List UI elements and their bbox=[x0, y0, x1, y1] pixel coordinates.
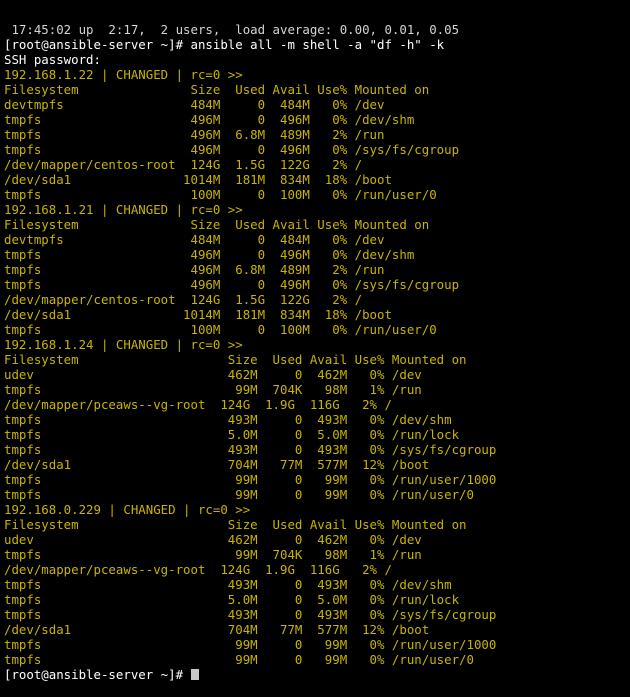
terminal-line: tmpfs 493M 0 493M 0% /sys/fs/cgroup bbox=[4, 442, 630, 457]
terminal-line: tmpfs 99M 0 99M 0% /run/user/0 bbox=[4, 652, 630, 667]
terminal-line: tmpfs 496M 6.8M 489M 2% /run bbox=[4, 262, 630, 277]
terminal-line-text: /dev/sda1 1014M 181M 834M 18% /boot bbox=[4, 307, 392, 322]
terminal-line-text: tmpfs 493M 0 493M 0% /sys/fs/cgroup bbox=[4, 607, 497, 622]
terminal-line: /dev/mapper/pceaws--vg-root 124G 1.9G 11… bbox=[4, 562, 630, 577]
terminal-line: Filesystem Size Used Avail Use% Mounted … bbox=[4, 352, 630, 367]
terminal-line-text: /dev/mapper/centos-root 124G 1.5G 122G 2… bbox=[4, 292, 363, 307]
terminal-line: /dev/sda1 1014M 181M 834M 18% /boot bbox=[4, 172, 630, 187]
terminal-line-text: tmpfs 100M 0 100M 0% /run/user/0 bbox=[4, 187, 437, 202]
terminal-line-text: tmpfs 99M 0 99M 0% /run/user/1000 bbox=[4, 472, 497, 487]
terminal-line: /dev/sda1 1014M 181M 834M 18% /boot bbox=[4, 307, 630, 322]
terminal-line-text: /dev/mapper/centos-root 124G 1.5G 122G 2… bbox=[4, 157, 363, 172]
terminal-line-text: tmpfs 5.0M 0 5.0M 0% /run/lock bbox=[4, 427, 460, 442]
terminal-line-text: 192.168.1.21 | CHANGED | rc=0 >> bbox=[4, 202, 243, 217]
terminal-line: tmpfs 5.0M 0 5.0M 0% /run/lock bbox=[4, 427, 630, 442]
terminal-line: /dev/mapper/centos-root 124G 1.5G 122G 2… bbox=[4, 292, 630, 307]
terminal-line-text: 192.168.1.22 | CHANGED | rc=0 >> bbox=[4, 67, 243, 82]
terminal-line: 192.168.1.22 | CHANGED | rc=0 >> bbox=[4, 67, 630, 82]
terminal-line: tmpfs 5.0M 0 5.0M 0% /run/lock bbox=[4, 592, 630, 607]
terminal-line-text: tmpfs 99M 704K 98M 1% /run bbox=[4, 547, 422, 562]
terminal-line-text: tmpfs 496M 0 496M 0% /sys/fs/cgroup bbox=[4, 142, 460, 157]
terminal-output: 17:45:02 up 2:17, 2 users, load average:… bbox=[4, 22, 630, 682]
terminal-line: 192.168.1.24 | CHANGED | rc=0 >> bbox=[4, 337, 630, 352]
terminal-line: 17:45:02 up 2:17, 2 users, load average:… bbox=[4, 22, 630, 37]
terminal-line: /dev/mapper/pceaws--vg-root 124G 1.9G 11… bbox=[4, 397, 630, 412]
terminal-line-text: [root@ansible-server ~]# ansible all -m … bbox=[4, 37, 445, 52]
terminal-line-text: 192.168.0.229 | CHANGED | rc=0 >> bbox=[4, 502, 251, 517]
terminal-line: 192.168.1.21 | CHANGED | rc=0 >> bbox=[4, 202, 630, 217]
terminal-line: Filesystem Size Used Avail Use% Mounted … bbox=[4, 517, 630, 532]
terminal-line: [root@ansible-server ~]# bbox=[4, 667, 630, 682]
terminal-line: [root@ansible-server ~]# ansible all -m … bbox=[4, 37, 630, 52]
terminal-line: tmpfs 99M 704K 98M 1% /run bbox=[4, 382, 630, 397]
terminal-line: udev 462M 0 462M 0% /dev bbox=[4, 367, 630, 382]
terminal-line: udev 462M 0 462M 0% /dev bbox=[4, 532, 630, 547]
terminal-line-text: tmpfs 496M 0 496M 0% /dev/shm bbox=[4, 247, 415, 262]
terminal-line-text: Filesystem Size Used Avail Use% Mounted … bbox=[4, 82, 430, 97]
terminal-line-text: devtmpfs 484M 0 484M 0% /dev bbox=[4, 232, 385, 247]
terminal-line: tmpfs 493M 0 493M 0% /dev/shm bbox=[4, 577, 630, 592]
terminal-line-text: tmpfs 496M 0 496M 0% /dev/shm bbox=[4, 112, 415, 127]
terminal-line: devtmpfs 484M 0 484M 0% /dev bbox=[4, 232, 630, 247]
terminal-line: Filesystem Size Used Avail Use% Mounted … bbox=[4, 217, 630, 232]
terminal-line: /dev/sda1 704M 77M 577M 12% /boot bbox=[4, 457, 630, 472]
terminal-line: 192.168.0.229 | CHANGED | rc=0 >> bbox=[4, 502, 630, 517]
terminal-line-text: tmpfs 99M 0 99M 0% /run/user/0 bbox=[4, 487, 474, 502]
terminal-line-text: /dev/sda1 704M 77M 577M 12% /boot bbox=[4, 622, 430, 637]
terminal-line: tmpfs 100M 0 100M 0% /run/user/0 bbox=[4, 187, 630, 202]
terminal-line: /dev/sda1 704M 77M 577M 12% /boot bbox=[4, 622, 630, 637]
terminal-line-text: Filesystem Size Used Avail Use% Mounted … bbox=[4, 217, 430, 232]
terminal-line: tmpfs 496M 0 496M 0% /dev/shm bbox=[4, 112, 630, 127]
terminal-line: tmpfs 493M 0 493M 0% /sys/fs/cgroup bbox=[4, 607, 630, 622]
terminal-line-text: tmpfs 493M 0 493M 0% /dev/shm bbox=[4, 412, 452, 427]
terminal-line-text: tmpfs 496M 6.8M 489M 2% /run bbox=[4, 127, 385, 142]
terminal-line: tmpfs 99M 0 99M 0% /run/user/1000 bbox=[4, 472, 630, 487]
terminal-line-text: tmpfs 496M 6.8M 489M 2% /run bbox=[4, 262, 385, 277]
terminal-line-text: Filesystem Size Used Avail Use% Mounted … bbox=[4, 517, 467, 532]
terminal-line: tmpfs 99M 0 99M 0% /run/user/1000 bbox=[4, 637, 630, 652]
terminal-line: tmpfs 496M 0 496M 0% /dev/shm bbox=[4, 247, 630, 262]
terminal-line-text: /dev/sda1 704M 77M 577M 12% /boot bbox=[4, 457, 430, 472]
terminal-line-text: Filesystem Size Used Avail Use% Mounted … bbox=[4, 352, 467, 367]
terminal-line-text: [root@ansible-server ~]# bbox=[4, 667, 191, 682]
terminal-line-text: tmpfs 493M 0 493M 0% /sys/fs/cgroup bbox=[4, 442, 497, 457]
terminal-line: tmpfs 496M 0 496M 0% /sys/fs/cgroup bbox=[4, 142, 630, 157]
terminal-line: SSH password: bbox=[4, 52, 630, 67]
terminal-line-text: /dev/mapper/pceaws--vg-root 124G 1.9G 11… bbox=[4, 562, 392, 577]
terminal-line-text: tmpfs 100M 0 100M 0% /run/user/0 bbox=[4, 322, 437, 337]
terminal-line-text: 192.168.1.24 | CHANGED | rc=0 >> bbox=[4, 337, 243, 352]
terminal-line-text: 17:45:02 up 2:17, 2 users, load average:… bbox=[4, 22, 460, 37]
terminal-cursor[interactable] bbox=[190, 669, 199, 680]
terminal-line: devtmpfs 484M 0 484M 0% /dev bbox=[4, 97, 630, 112]
terminal-line: tmpfs 496M 0 496M 0% /sys/fs/cgroup bbox=[4, 277, 630, 292]
terminal-line-text: udev 462M 0 462M 0% /dev bbox=[4, 367, 422, 382]
terminal-line-text: devtmpfs 484M 0 484M 0% /dev bbox=[4, 97, 385, 112]
terminal-line-text: tmpfs 99M 0 99M 0% /run/user/0 bbox=[4, 652, 474, 667]
terminal-line: tmpfs 99M 0 99M 0% /run/user/0 bbox=[4, 487, 630, 502]
terminal-line: tmpfs 493M 0 493M 0% /dev/shm bbox=[4, 412, 630, 427]
terminal-line: /dev/mapper/centos-root 124G 1.5G 122G 2… bbox=[4, 157, 630, 172]
terminal-line: tmpfs 99M 704K 98M 1% /run bbox=[4, 547, 630, 562]
terminal-line-text: tmpfs 493M 0 493M 0% /dev/shm bbox=[4, 577, 452, 592]
terminal-line-text: tmpfs 5.0M 0 5.0M 0% /run/lock bbox=[4, 592, 460, 607]
terminal-line-text: tmpfs 99M 704K 98M 1% /run bbox=[4, 382, 422, 397]
terminal-line-text: /dev/mapper/pceaws--vg-root 124G 1.9G 11… bbox=[4, 397, 392, 412]
terminal-line: tmpfs 496M 6.8M 489M 2% /run bbox=[4, 127, 630, 142]
terminal-window[interactable]: 17:45:02 up 2:17, 2 users, load average:… bbox=[4, 0, 630, 697]
terminal-line-text: tmpfs 99M 0 99M 0% /run/user/1000 bbox=[4, 637, 497, 652]
terminal-line-text: /dev/sda1 1014M 181M 834M 18% /boot bbox=[4, 172, 392, 187]
terminal-line-text: udev 462M 0 462M 0% /dev bbox=[4, 532, 422, 547]
terminal-line: Filesystem Size Used Avail Use% Mounted … bbox=[4, 82, 630, 97]
terminal-line: tmpfs 100M 0 100M 0% /run/user/0 bbox=[4, 322, 630, 337]
terminal-line-text: SSH password: bbox=[4, 52, 101, 67]
terminal-line-text: tmpfs 496M 0 496M 0% /sys/fs/cgroup bbox=[4, 277, 460, 292]
